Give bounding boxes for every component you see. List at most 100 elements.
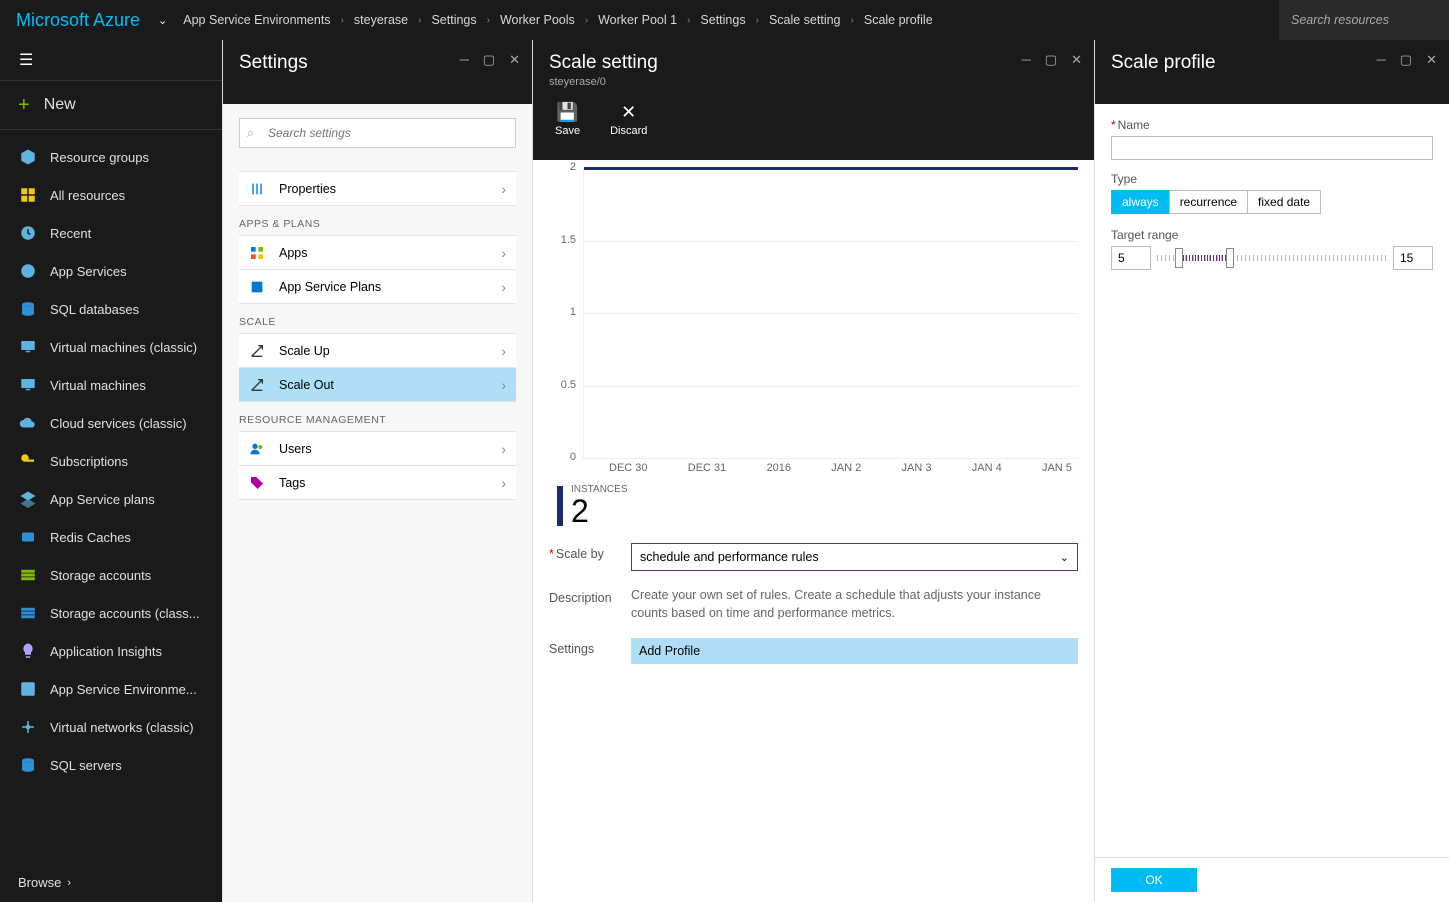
scale-profile-blade: Scale profile ─ ▢ ✕ *Name Type alwaysrec… <box>1094 40 1449 902</box>
search-resources-input[interactable] <box>1279 0 1449 40</box>
breadcrumb-item[interactable]: Settings <box>694 13 751 27</box>
sidebar-item-label: Application Insights <box>50 644 162 659</box>
breadcrumb-item[interactable]: Settings <box>425 13 482 27</box>
settings-blade: Settings ─ ▢ ✕ ⌕ Properties› APPS & PLAN… <box>222 40 532 902</box>
settings-item-apps[interactable]: Apps› <box>239 235 516 270</box>
x-tick-label: JAN 4 <box>972 462 1002 474</box>
type-option-recurrence[interactable]: recurrence <box>1169 190 1248 214</box>
sidebar-item-label: SQL servers <box>50 758 122 773</box>
profile-name-input[interactable] <box>1111 136 1433 160</box>
breadcrumb-item[interactable]: App Service Environments <box>177 13 336 27</box>
breadcrumb-item[interactable]: Scale profile <box>858 13 939 27</box>
range-slider[interactable] <box>1157 246 1387 270</box>
sidebar-item[interactable]: Storage accounts <box>0 556 222 594</box>
settings-item-label: App Service Plans <box>279 280 381 294</box>
sidebar-item[interactable]: Virtual machines <box>0 366 222 404</box>
new-button[interactable]: + New <box>0 80 222 130</box>
type-option-always[interactable]: always <box>1111 190 1170 214</box>
sidebar-item[interactable]: Virtual networks (classic) <box>0 708 222 746</box>
minimize-icon[interactable]: ─ <box>1022 52 1031 88</box>
minimize-icon[interactable]: ─ <box>1377 52 1386 68</box>
sidebar-item[interactable]: App Services <box>0 252 222 290</box>
sidebar-item[interactable]: Cloud services (classic) <box>0 404 222 442</box>
minimize-icon[interactable]: ─ <box>460 52 469 68</box>
brand-logo[interactable]: Microsoft Azure <box>0 10 158 31</box>
x-tick-label: JAN 5 <box>1042 462 1072 474</box>
chevron-down-icon[interactable]: ⌄ <box>158 14 167 27</box>
y-tick-label: 1.5 <box>561 234 576 246</box>
chevron-right-icon: › <box>752 15 763 26</box>
sidebar-item-label: SQL databases <box>50 302 139 317</box>
add-profile-button[interactable]: Add Profile <box>631 638 1078 664</box>
search-settings-input[interactable] <box>239 118 516 148</box>
cloud-icon <box>18 414 38 432</box>
close-icon[interactable]: ✕ <box>1426 52 1437 68</box>
plus-icon: + <box>18 94 30 117</box>
settings-item-scale-up[interactable]: Scale Up› <box>239 333 516 368</box>
sidebar-item-label: Virtual networks (classic) <box>50 720 194 735</box>
sidebar-item[interactable]: SQL databases <box>0 290 222 328</box>
sidebar-item-label: Resource groups <box>50 150 149 165</box>
discard-label: Discard <box>610 125 647 137</box>
chevron-down-icon: ⌄ <box>1060 551 1069 564</box>
type-option-fixed-date[interactable]: fixed date <box>1247 190 1321 214</box>
settings-item-scale-out[interactable]: Scale Out› <box>239 367 516 402</box>
breadcrumb-item[interactable]: Worker Pools <box>494 13 581 27</box>
scale-by-select[interactable]: schedule and performance rules ⌄ <box>631 543 1078 571</box>
slider-thumb-min[interactable] <box>1175 248 1183 268</box>
breadcrumb-item[interactable]: Worker Pool 1 <box>592 13 683 27</box>
slider-thumb-max[interactable] <box>1226 248 1234 268</box>
settings-item-tags[interactable]: Tags› <box>239 465 516 500</box>
sidebar-item-label: Virtual machines <box>50 378 146 393</box>
sidebar-item[interactable]: App Service Environme... <box>0 670 222 708</box>
settings-item-app-service-plans[interactable]: App Service Plans› <box>239 269 516 304</box>
range-min-input[interactable] <box>1111 246 1151 270</box>
y-tick-label: 0.5 <box>561 379 576 391</box>
breadcrumb-item[interactable]: Scale setting <box>763 13 847 27</box>
apps-icon <box>249 245 269 261</box>
save-button[interactable]: 💾 Save <box>555 102 580 137</box>
breadcrumb: App Service Environments›steyerase›Setti… <box>177 13 1279 27</box>
sidebar-item[interactable]: Virtual machines (classic) <box>0 328 222 366</box>
settings-item-label: Tags <box>279 476 305 490</box>
x-tick-label: 2016 <box>767 462 791 474</box>
maximize-icon[interactable]: ▢ <box>483 52 495 68</box>
monitor-icon <box>18 376 38 394</box>
section-scale-label: SCALE <box>239 316 516 328</box>
chevron-right-icon: › <box>501 377 506 393</box>
hamburger-icon[interactable]: ☰ <box>0 40 222 80</box>
sidebar-item[interactable]: Storage accounts (class... <box>0 594 222 632</box>
sidebar-item[interactable]: SQL servers <box>0 746 222 784</box>
sidebar-item[interactable]: Resource groups <box>0 138 222 176</box>
new-label: New <box>44 96 76 114</box>
sidebar-item[interactable]: Subscriptions <box>0 442 222 480</box>
sidebar-item[interactable]: All resources <box>0 176 222 214</box>
sidebar-item[interactable]: Application Insights <box>0 632 222 670</box>
sidebar-item[interactable]: Recent <box>0 214 222 252</box>
x-tick-label: JAN 2 <box>831 462 861 474</box>
close-icon[interactable]: ✕ <box>509 52 520 68</box>
range-max-input[interactable] <box>1393 246 1433 270</box>
section-resource-label: RESOURCE MANAGEMENT <box>239 414 516 426</box>
browse-button[interactable]: Browse › <box>0 863 222 902</box>
settings-item-users[interactable]: Users› <box>239 431 516 466</box>
maximize-icon[interactable]: ▢ <box>1400 52 1412 68</box>
close-icon[interactable]: ✕ <box>1071 52 1082 88</box>
ok-button[interactable]: OK <box>1111 868 1197 892</box>
sidebar-item-label: Cloud services (classic) <box>50 416 187 431</box>
discard-button[interactable]: ✕ Discard <box>610 102 647 137</box>
scaleout-icon <box>249 377 269 393</box>
breadcrumb-item[interactable]: steyerase <box>348 13 414 27</box>
y-tick-label: 0 <box>570 451 576 463</box>
scaleup-icon <box>249 343 269 359</box>
sidebar-item-label: App Service plans <box>50 492 155 507</box>
maximize-icon[interactable]: ▢ <box>1045 52 1057 88</box>
storage-icon <box>18 566 38 584</box>
sidebar-item-label: Recent <box>50 226 91 241</box>
sidebar-item[interactable]: Redis Caches <box>0 518 222 556</box>
search-icon: ⌕ <box>247 125 254 141</box>
sidebar-item[interactable]: App Service plans <box>0 480 222 518</box>
y-tick-label: 2 <box>570 161 576 173</box>
cube-icon <box>18 148 38 166</box>
settings-item-properties[interactable]: Properties› <box>239 171 516 206</box>
